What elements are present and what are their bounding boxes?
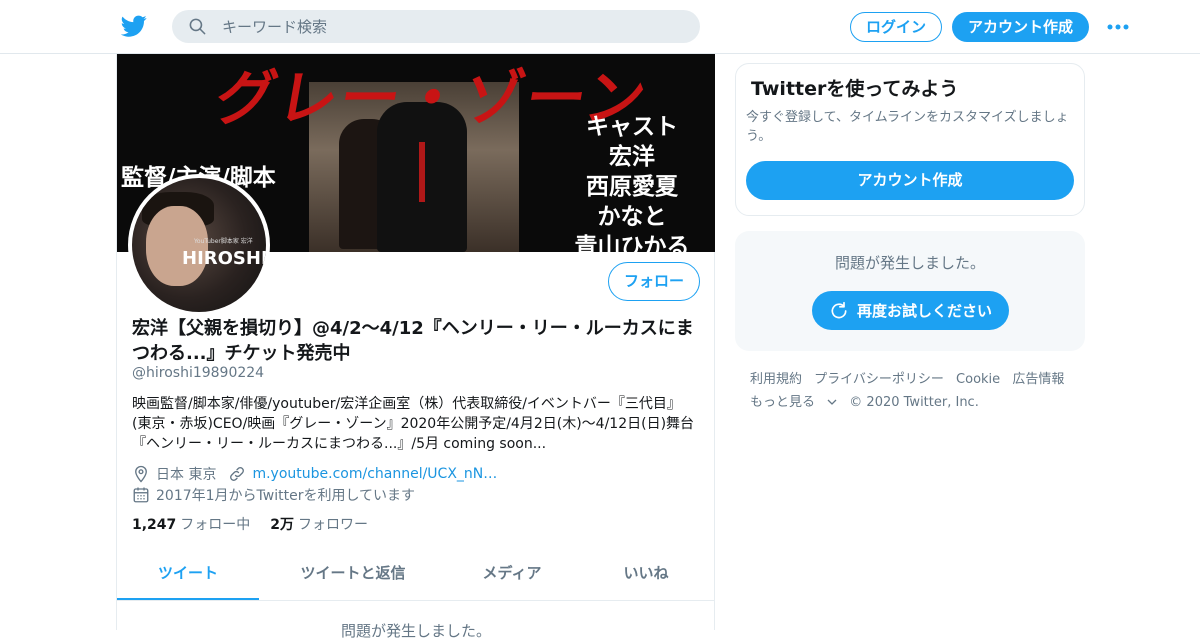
error-card: 問題が発生しました。 再度お試しください [735,231,1085,351]
avatar-small-text: YouTuber脚本家 宏洋 [194,238,253,245]
error-message: 問題が発生しました。 [834,254,985,272]
chevron-down-icon [827,399,837,405]
link-icon [230,467,245,481]
avatar-face [146,206,208,286]
signup-promo-title: Twitterを使ってみよう [751,78,959,100]
search-input[interactable] [222,10,682,43]
timeline-error-text: 問題が発生しました。 [341,622,492,640]
followers-label: フォロワー [298,517,369,533]
followers-count: 2万 [270,517,295,533]
signup-button[interactable]: アカウント作成 [952,12,1089,42]
profile-avatar[interactable]: YouTuber脚本家 宏洋 HIROSHI [128,174,270,316]
following-stat[interactable]: 1,247 フォロー中 [132,514,250,534]
profile-column: グレー・ゾーン 監督/主演/脚本 キャスト 宏洋 西原愛夏 かなと 青山ひかる … [116,54,715,640]
signup-promo-card: Twitterを使ってみよう 今すぐ登録して、タイムラインをカスタマイズしましょ… [735,63,1085,216]
footer-more-label: もっと見る [750,395,816,410]
banner-cast-list: キャスト 宏洋 西原愛夏 かなと 青山ひかる [572,112,692,252]
top-navigation-bar: ログイン アカウント作成 [0,0,1200,54]
cast-line: キャスト [586,113,678,140]
footer-link-privacy[interactable]: プライバシーポリシー [814,372,944,387]
profile-joined-row: 2017年1月からTwitterを利用しています [132,485,415,505]
profile-location: 日本 東京 [156,467,217,483]
search-icon [189,18,206,35]
sidebar-signup-button[interactable]: アカウント作成 [746,161,1074,200]
footer-link-ads[interactable]: 広告情報 [1012,372,1064,387]
cast-line: 宏洋 [609,143,655,170]
refresh-icon [831,301,847,318]
profile-tabs: ツイート ツイートと返信 メディア いいね [117,550,715,601]
followers-stat[interactable]: 2万 フォロワー [270,514,368,534]
location-pin-icon [135,465,147,483]
following-count: 1,247 [132,517,177,533]
avatar-brand-text: HIROSHI [182,248,266,269]
cast-line: かなと [597,203,667,230]
follow-button[interactable]: フォロー [608,262,700,301]
tab-media[interactable]: メディア [447,550,577,600]
twitter-bird-icon[interactable] [121,13,147,39]
tab-tweets[interactable]: ツイート [117,550,259,600]
retry-button-label: 再度お試しください [856,302,992,320]
search-box[interactable] [172,10,700,43]
login-button[interactable]: ログイン [850,12,942,42]
footer-link-cookie[interactable]: Cookie [956,372,1000,387]
footer-link-more[interactable]: もっと見る [750,395,837,410]
cast-line: 西原愛夏 [586,173,678,200]
tab-tweets-and-replies[interactable]: ツイートと返信 [259,550,447,600]
profile-stats: 1,247 フォロー中 2万 フォロワー [132,514,388,534]
footer-copyright: © 2020 Twitter, Inc. [849,395,979,410]
profile-handle[interactable]: @hiroshi19890224 [132,365,264,381]
retry-button[interactable]: 再度お試しください [812,291,1009,330]
sidebar-footer: 利用規約 プライバシーポリシー Cookie 広告情報 もっと見る © 2020… [750,368,1085,414]
more-dots-icon[interactable] [1106,17,1130,37]
profile-bio: 映画監督/脚本家/俳優/youtuber/宏洋企画室（株）代表取締役/イベントバ… [132,396,695,452]
footer-link-terms[interactable]: 利用規約 [750,372,802,387]
cast-line: 青山ひかる [574,233,690,252]
tab-likes[interactable]: いいね [577,550,715,600]
profile-joined-date: 2017年1月からTwitterを利用しています [156,488,416,504]
calendar-icon [133,487,149,503]
signup-promo-description: 今すぐ登録して、タイムラインをカスタマイズしましょう。 [746,110,1069,144]
profile-location-url-row: 日本 東京 m.youtube.com/channel/UCX_nN… [132,464,497,484]
profile-display-name: 宏洋【父親を損切り】@4/2〜4/12『ヘンリー・リー・ルーカスにまつわる...… [132,318,694,364]
profile-url-link[interactable]: m.youtube.com/channel/UCX_nN… [252,466,497,482]
following-label: フォロー中 [180,517,251,533]
